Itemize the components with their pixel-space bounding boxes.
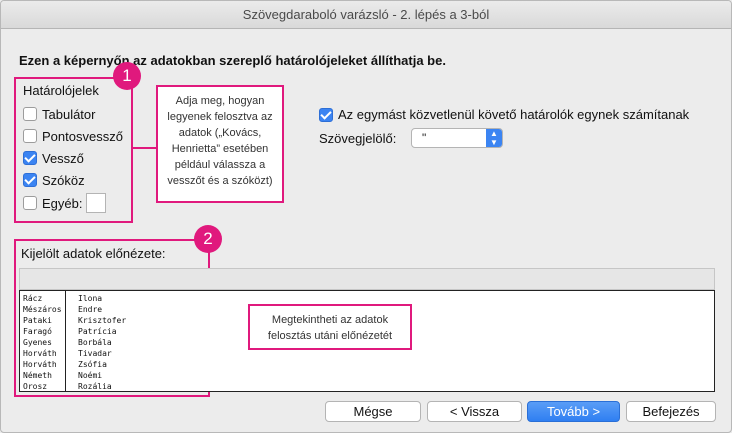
preview-column-2[interactable]: Ilona Endre Krisztofer Patrícia Borbála … xyxy=(66,291,166,391)
consecutive-checkbox[interactable] xyxy=(319,107,333,122)
preview-column-header xyxy=(19,268,715,290)
delimiters-title: Határolójelek xyxy=(23,83,99,98)
preview-label: Kijelölt adatok előnézete: xyxy=(21,246,166,261)
window-title: Szövegdaraboló varázsló - 2. lépés a 3-b… xyxy=(1,1,731,29)
preview-cell: Horváth xyxy=(23,349,57,358)
preview-cell: Noémi xyxy=(78,371,103,380)
preview-cell: Tivadar xyxy=(78,349,112,358)
checkbox-comma-box[interactable] xyxy=(23,151,37,165)
text-qualifier-value: " xyxy=(422,131,427,145)
callout-1-badge: 1 xyxy=(113,62,141,90)
checkbox-semicolon-box[interactable] xyxy=(23,129,37,143)
checkbox-other[interactable]: Egyéb: xyxy=(23,192,107,214)
preview-cell: Ilona xyxy=(78,294,103,303)
checkbox-comma[interactable]: Vessző xyxy=(23,149,84,167)
consecutive-label: Az egymást közvetlenül követő határolók … xyxy=(338,107,690,122)
checkbox-space-box[interactable] xyxy=(23,173,37,187)
preview-cell: Borbála xyxy=(78,338,112,347)
checkbox-semicolon[interactable]: Pontosvessző xyxy=(23,127,123,145)
wizard-window: Szövegdaraboló varázsló - 2. lépés a 3-b… xyxy=(0,0,732,433)
callout-2-note: Megtekintheti az adatok felosztás utáni … xyxy=(248,304,412,350)
preview-cell: Gyenes xyxy=(23,338,52,347)
next-button[interactable]: Tovább > xyxy=(527,401,620,422)
preview-cell: Horváth xyxy=(23,360,57,369)
checkbox-tab-label: Tabulátor xyxy=(42,106,96,122)
preview-column-1[interactable]: Rácz Mészáros Pataki Faragó Gyenes Horvá… xyxy=(20,291,66,391)
callout-1-connector xyxy=(133,147,157,149)
callout-2-badge: 2 xyxy=(194,225,222,253)
consecutive-option[interactable]: Az egymást közvetlenül követő határolók … xyxy=(319,107,689,122)
preview-cell: Pataki xyxy=(23,316,52,325)
preview-cell: Rácz xyxy=(23,294,43,303)
preview-cell: Endre xyxy=(78,305,103,314)
text-qualifier-label: Szövegjelölő: xyxy=(319,131,397,146)
text-qualifier-select[interactable]: " ▲ ▼ xyxy=(411,128,503,148)
preview-cell: Németh xyxy=(23,371,52,380)
checkbox-space-label: Szóköz xyxy=(42,172,85,188)
checkbox-semicolon-label: Pontosvessző xyxy=(42,128,123,144)
preview-cell: Rozália xyxy=(78,382,112,391)
checkbox-tab[interactable]: Tabulátor xyxy=(23,105,95,123)
page-heading: Ezen a képernyőn az adatokban szereplő h… xyxy=(19,53,446,68)
other-delimiter-input[interactable] xyxy=(86,193,107,213)
preview-cell: Faragó xyxy=(23,327,52,336)
checkbox-space[interactable]: Szóköz xyxy=(23,171,85,189)
finish-button[interactable]: Befejezés xyxy=(626,401,716,422)
checkbox-comma-label: Vessző xyxy=(42,150,84,166)
callout-1-note: Adja meg, hogyan legyenek felosztva az a… xyxy=(156,85,284,203)
preview-cell: Patrícia xyxy=(78,327,117,336)
cancel-button[interactable]: Mégse xyxy=(325,401,421,422)
preview-cell: Mészáros xyxy=(23,305,62,314)
chevron-updown-icon: ▲ ▼ xyxy=(486,129,502,147)
back-button[interactable]: < Vissza xyxy=(427,401,522,422)
preview-cell: Zsófia xyxy=(78,360,107,369)
preview-cell: Orosz xyxy=(23,382,48,391)
checkbox-other-label: Egyéb: xyxy=(42,195,83,211)
checkbox-other-box[interactable] xyxy=(23,196,37,210)
checkbox-tab-box[interactable] xyxy=(23,107,37,121)
preview-cell: Krisztofer xyxy=(78,316,127,325)
